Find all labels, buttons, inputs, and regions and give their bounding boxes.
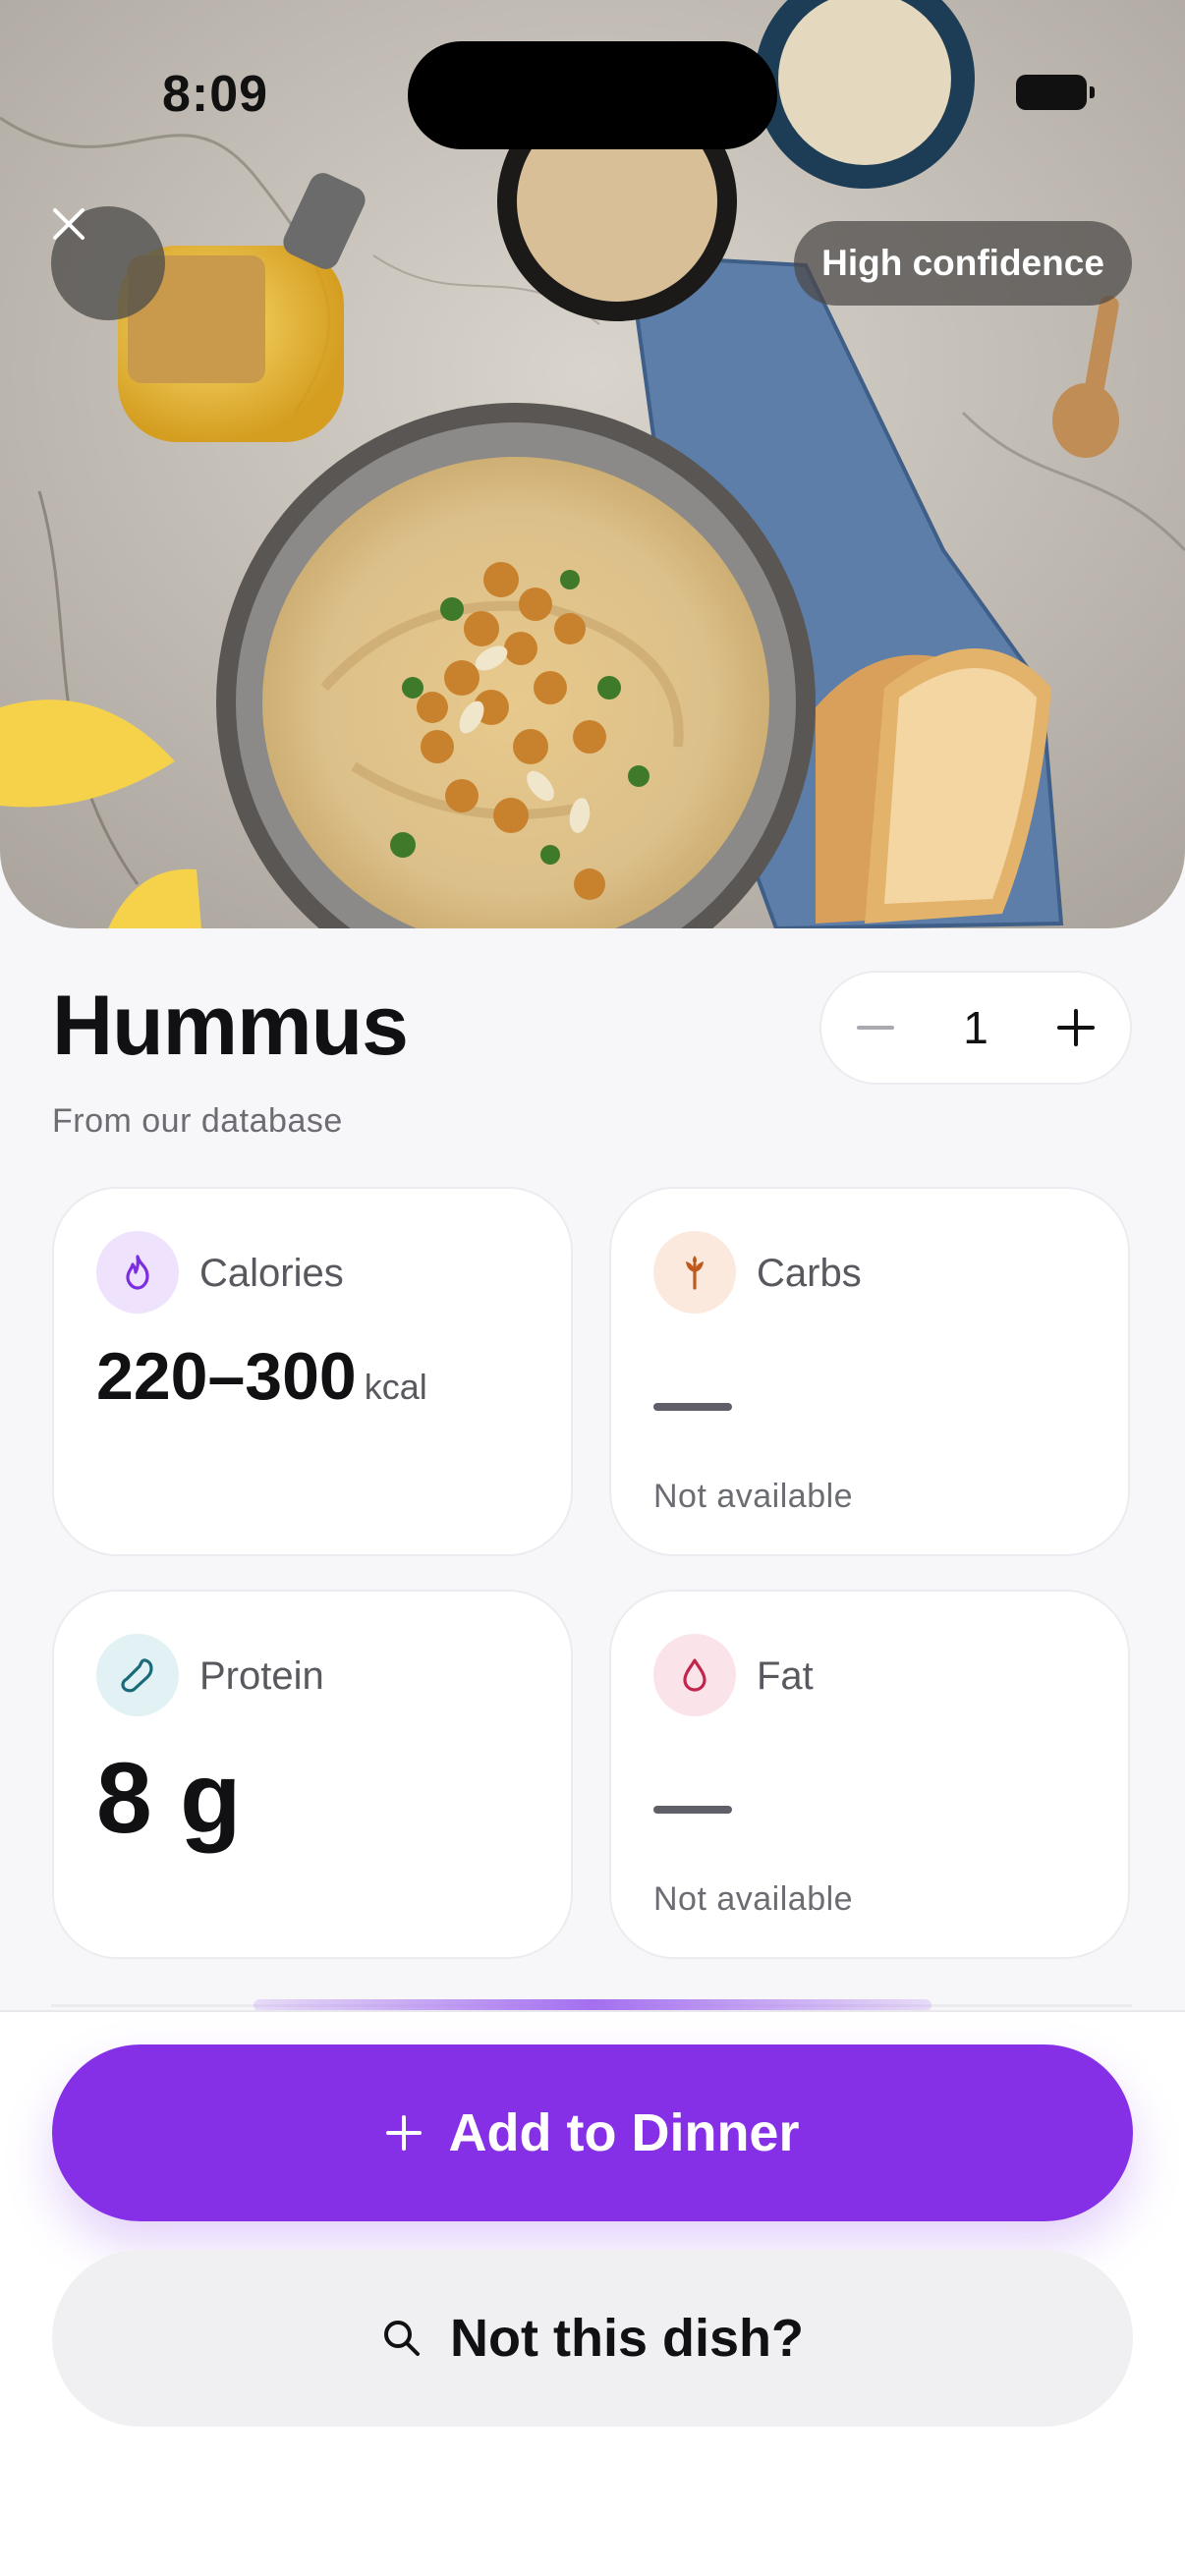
increase-button[interactable] [1057, 1009, 1095, 1046]
carbs-label: Carbs [757, 1252, 862, 1295]
dish-source: From our database [52, 1102, 343, 1140]
status-time: 8:09 [162, 66, 269, 123]
fat-empty-dash [653, 1806, 732, 1814]
quantity-stepper: 1 [819, 971, 1132, 1085]
fat-card: Fat Not available [609, 1590, 1130, 1959]
status-icons [1016, 75, 1095, 110]
add-button-label: Add to Dinner [448, 2103, 800, 2162]
confidence-badge: High confidence [794, 221, 1132, 306]
dish-title: Hummus [52, 979, 409, 1073]
battery-icon [1016, 75, 1095, 110]
protein-label: Protein [199, 1654, 324, 1698]
decrease-button[interactable] [857, 1026, 894, 1030]
close-icon [53, 208, 85, 240]
protein-value: 8 g [96, 1742, 242, 1854]
carbs-empty-dash [653, 1403, 732, 1411]
wheat-icon [653, 1231, 736, 1314]
plus-icon [385, 2115, 422, 2151]
food-photo: 8:09 High confidence [0, 0, 1185, 928]
carbs-status: Not available [653, 1478, 854, 1515]
close-button[interactable] [51, 206, 165, 320]
calories-value: 220–300 [96, 1339, 357, 1414]
drop-icon [653, 1634, 736, 1716]
search-icon [384, 2321, 421, 2356]
protein-card: Protein 8 g [52, 1590, 573, 1959]
flame-icon [96, 1231, 179, 1314]
calories-card: Calories 220–300 kcal [52, 1187, 573, 1556]
fat-label: Fat [757, 1654, 814, 1698]
calories-label: Calories [199, 1252, 344, 1295]
carbs-card: Carbs Not available [609, 1187, 1130, 1556]
calories-unit: kcal [364, 1367, 427, 1407]
fat-status: Not available [653, 1880, 854, 1918]
add-to-meal-button[interactable]: Add to Dinner [52, 2044, 1133, 2221]
not-this-dish-button[interactable]: Not this dish? [52, 2250, 1133, 2427]
dynamic-island [408, 41, 777, 149]
calories-value-row: 220–300 kcal [96, 1338, 427, 1415]
drumstick-icon [96, 1634, 179, 1716]
alt-button-label: Not this dish? [450, 2309, 804, 2368]
quantity-value: 1 [963, 1002, 988, 1053]
